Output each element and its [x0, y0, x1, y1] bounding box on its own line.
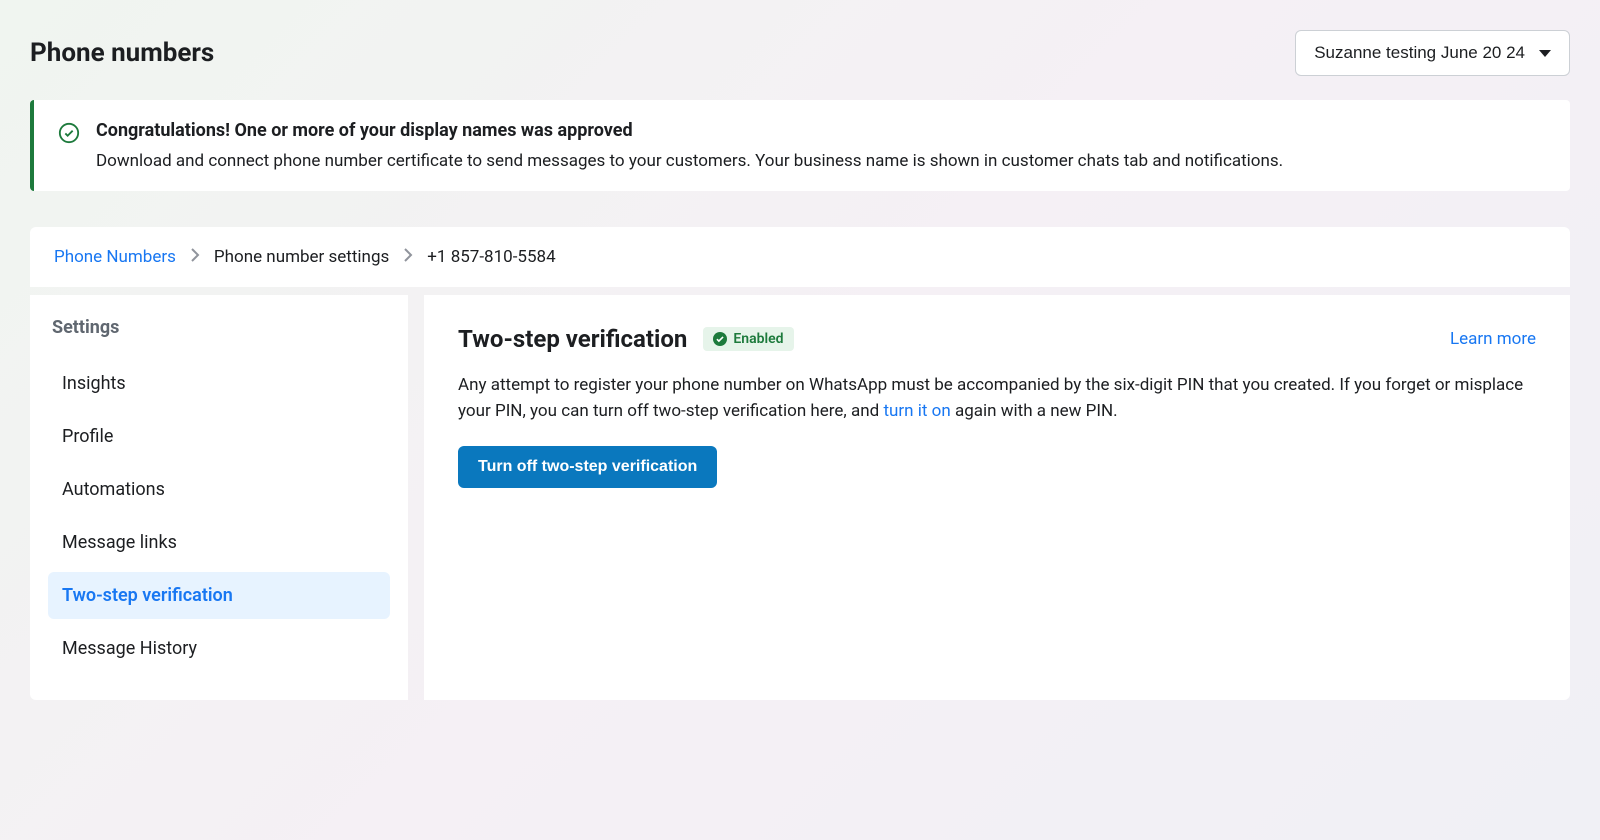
- sidebar-item-two-step-verification[interactable]: Two-step verification: [48, 572, 390, 619]
- page-title: Phone numbers: [30, 38, 214, 68]
- breadcrumb-phone-numbers[interactable]: Phone Numbers: [54, 247, 176, 267]
- sidebar-item-automations[interactable]: Automations: [48, 466, 390, 513]
- notice-description: Download and connect phone number certif…: [96, 151, 1546, 171]
- chevron-right-icon: [190, 247, 200, 267]
- main-panel: Two-step verification Enabled Learn more…: [424, 295, 1570, 700]
- caret-down-icon: [1539, 50, 1551, 57]
- sidebar-item-label: Message links: [62, 532, 177, 553]
- sidebar-title: Settings: [48, 317, 390, 338]
- sidebar-item-label: Automations: [62, 479, 165, 500]
- turn-it-on-link[interactable]: turn it on: [883, 401, 950, 421]
- breadcrumb: Phone Numbers Phone number settings +1 8…: [54, 247, 1546, 267]
- sidebar-item-label: Two-step verification: [62, 585, 233, 606]
- settings-sidebar: Settings Insights Profile Automations Me…: [30, 295, 408, 700]
- sidebar-item-message-links[interactable]: Message links: [48, 519, 390, 566]
- check-filled-icon: [713, 332, 727, 346]
- account-selector-dropdown[interactable]: Suzanne testing June 20 24: [1295, 30, 1570, 76]
- status-badge-text: Enabled: [733, 331, 783, 347]
- description-text: again with a new PIN.: [951, 401, 1118, 421]
- check-circle-icon: [58, 122, 80, 144]
- sidebar-item-label: Message History: [62, 638, 197, 659]
- account-selector-label: Suzanne testing June 20 24: [1314, 43, 1525, 63]
- section-title: Two-step verification: [458, 325, 687, 353]
- breadcrumb-phone-number: +1 857-810-5584: [427, 247, 555, 267]
- notice-title: Congratulations! One or more of your dis…: [96, 120, 1546, 141]
- sidebar-item-message-history[interactable]: Message History: [48, 625, 390, 672]
- breadcrumb-settings: Phone number settings: [214, 247, 389, 267]
- turn-off-two-step-button[interactable]: Turn off two-step verification: [458, 446, 717, 488]
- status-badge: Enabled: [703, 327, 793, 351]
- breadcrumb-bar: Phone Numbers Phone number settings +1 8…: [30, 227, 1570, 287]
- chevron-right-icon: [403, 247, 413, 267]
- learn-more-link[interactable]: Learn more: [1450, 329, 1536, 349]
- section-description: Any attempt to register your phone numbe…: [458, 373, 1536, 424]
- success-notice: Congratulations! One or more of your dis…: [30, 100, 1570, 191]
- sidebar-item-label: Profile: [62, 426, 113, 447]
- sidebar-item-insights[interactable]: Insights: [48, 360, 390, 407]
- sidebar-item-label: Insights: [62, 373, 126, 394]
- sidebar-item-profile[interactable]: Profile: [48, 413, 390, 460]
